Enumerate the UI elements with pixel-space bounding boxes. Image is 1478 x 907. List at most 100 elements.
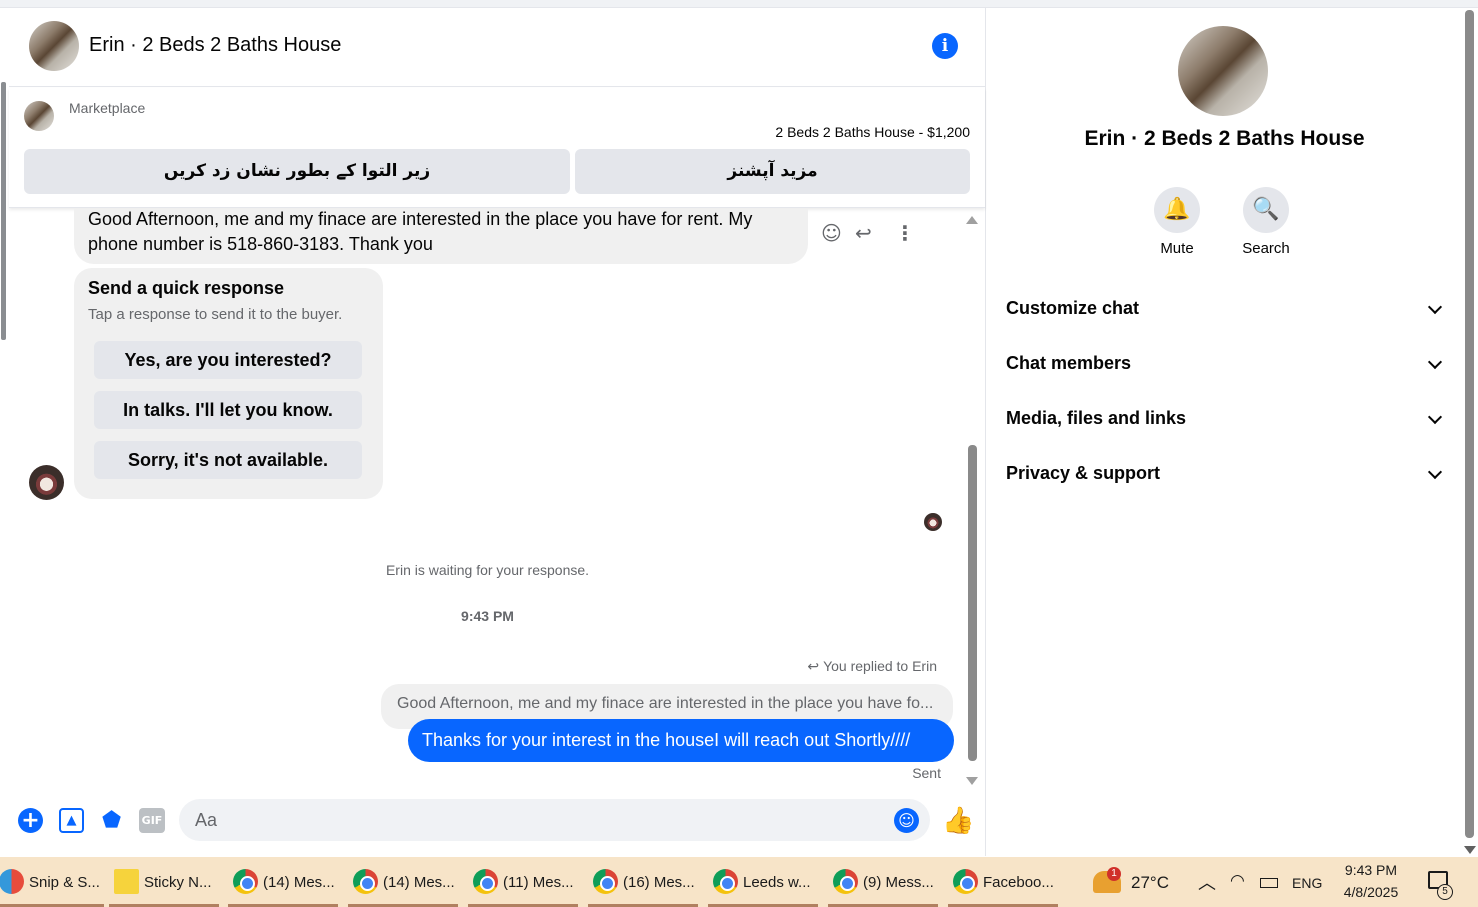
chat-title[interactable]: Erin · 2 Beds 2 Baths House	[89, 34, 341, 57]
snip-icon	[0, 869, 24, 894]
chevron-up-icon[interactable]: ︿	[1198, 869, 1216, 907]
scroll-down-icon[interactable]	[966, 777, 978, 785]
react-icon[interactable]: ☺	[821, 221, 842, 245]
taskbar-item-label: (9) Mess...	[863, 874, 934, 891]
taskbar-item[interactable]: (11) Mes...	[468, 857, 578, 907]
taskbar-item-label: Faceboo...	[983, 874, 1054, 891]
listing-thumbnail[interactable]	[24, 101, 54, 131]
window-top-border	[0, 0, 1478, 8]
weather-badge: 1	[1107, 867, 1121, 881]
window-scrollbar[interactable]	[1462, 8, 1478, 856]
marketplace-label: Marketplace	[69, 100, 146, 116]
taskbar-item-label: Sticky N...	[144, 874, 212, 891]
taskbar-item[interactable]: (14) Mes...	[228, 857, 338, 907]
quick-response-title: Send a quick response	[88, 278, 285, 298]
window-scrollbar-thumb[interactable]	[1465, 10, 1474, 838]
more-options-button[interactable]: مزید آپشنز	[575, 149, 970, 194]
more-icon[interactable]: ⋮	[895, 221, 915, 245]
taskbar-item-label: (11) Mes...	[503, 874, 574, 891]
search-icon[interactable]: 🔍	[1243, 187, 1289, 233]
sender-avatar[interactable]	[29, 465, 64, 500]
clock-date[interactable]: 4/8/2025	[1340, 884, 1402, 907]
left-scrollbar[interactable]	[0, 70, 8, 350]
sticker-icon[interactable]: ⬟	[99, 808, 124, 833]
temperature[interactable]: 27°C	[1131, 873, 1169, 907]
taskbar-item-label: Snip & S...	[29, 874, 100, 891]
composer: + ▲ ⬟ GIF Aa ☺ 👍	[9, 794, 985, 846]
gallery-icon[interactable]: ▲	[59, 808, 84, 833]
taskbar-item[interactable]: Snip & S...	[0, 857, 104, 907]
reply-indicator-text: You replied to Erin	[823, 658, 937, 674]
section-label: Media, files and links	[1006, 408, 1187, 428]
seen-avatar	[924, 513, 942, 531]
taskbar-item[interactable]: (9) Mess...	[828, 857, 938, 907]
timestamp: 9:43 PM	[461, 608, 514, 624]
quick-response-option[interactable]: Yes, are you interested?	[94, 341, 362, 379]
bell-icon[interactable]: 🔔	[1154, 187, 1200, 233]
message-input-placeholder: Aa	[195, 810, 218, 830]
taskbar-item[interactable]: Faceboo...	[948, 857, 1058, 907]
incoming-message[interactable]: Good Afternoon, me and my finace are int…	[74, 209, 808, 264]
chat-scrollbar-thumb[interactable]	[968, 445, 977, 761]
message-list[interactable]: Good Afternoon, me and my finace are int…	[9, 209, 985, 789]
info-title: Erin · 2 Beds 2 Baths House	[1084, 127, 1365, 150]
chevron-down-icon	[1427, 354, 1443, 370]
chevron-down-icon	[1427, 409, 1443, 425]
taskbar-item[interactable]: Sticky N...	[109, 857, 219, 907]
chrome-icon	[473, 869, 498, 894]
taskbar-item[interactable]: (14) Mes...	[348, 857, 458, 907]
like-icon[interactable]: 👍	[942, 806, 974, 836]
taskbar-item-label: (14) Mes...	[263, 874, 335, 891]
info-avatar[interactable]	[1178, 26, 1268, 116]
notification-count: 5	[1437, 884, 1453, 900]
outgoing-message[interactable]: Thanks for your interest in the houseI w…	[408, 719, 954, 762]
section-label: Privacy & support	[1006, 463, 1161, 483]
taskbar-item[interactable]: (16) Mes...	[588, 857, 698, 907]
section-label: Customize chat	[1006, 298, 1140, 318]
chevron-down-icon	[1427, 464, 1443, 480]
marketplace-banner: Marketplace 2 Beds 2 Baths House - $1,20…	[9, 88, 985, 208]
sticky-notes-icon	[114, 869, 139, 894]
section-label: Chat members	[1006, 353, 1132, 373]
scroll-up-icon[interactable]	[966, 216, 978, 224]
chat-avatar[interactable]	[29, 21, 79, 71]
mark-pending-button[interactable]: زیر التوا کے بطور نشان زد کریں	[24, 149, 570, 194]
chevron-down-icon	[1427, 299, 1443, 315]
wifi-icon[interactable]: ◠	[1230, 871, 1245, 907]
chat-header: Erin · 2 Beds 2 Baths House i	[9, 8, 985, 87]
mute-label[interactable]: Mute	[1137, 240, 1217, 257]
section-media-files-links[interactable]: Media, files and links	[1006, 408, 1446, 438]
scroll-down-icon[interactable]	[1464, 846, 1476, 854]
quick-response-card: Send a quick response Tap a response to …	[74, 268, 383, 499]
info-icon[interactable]: i	[932, 33, 958, 59]
section-customize-chat[interactable]: Customize chat	[1006, 298, 1446, 328]
language-indicator[interactable]: ENG	[1292, 875, 1322, 907]
chat-pane: Erin · 2 Beds 2 Baths House i Marketplac…	[9, 8, 986, 856]
search-label[interactable]: Search	[1226, 240, 1306, 257]
quick-response-option[interactable]: Sorry, it's not available.	[94, 441, 362, 479]
taskbar: Snip & S... Sticky N... (14) Mes... (14)…	[0, 857, 1478, 907]
message-input[interactable]: Aa ☺	[179, 799, 930, 841]
chat-scrollbar[interactable]	[964, 213, 981, 785]
taskbar-item-label: Leeds w...	[743, 874, 811, 891]
plus-icon[interactable]: +	[18, 808, 43, 833]
taskbar-item-label: (16) Mes...	[623, 874, 695, 891]
reply-arrow-icon: ↩	[807, 658, 820, 674]
listing-title[interactable]: 2 Beds 2 Baths House - $1,200	[775, 124, 970, 140]
gif-icon[interactable]: GIF	[139, 808, 165, 833]
message-actions: ☺ ↩ ⋮	[819, 221, 915, 245]
chrome-icon	[593, 869, 618, 894]
taskbar-item[interactable]: Leeds w...	[708, 857, 818, 907]
reply-icon[interactable]: ↩	[855, 221, 872, 245]
left-scrollbar-thumb[interactable]	[1, 82, 6, 340]
chrome-icon	[233, 869, 258, 894]
section-privacy-support[interactable]: Privacy & support	[1006, 463, 1446, 493]
section-chat-members[interactable]: Chat members	[1006, 353, 1446, 383]
emoji-icon[interactable]: ☺	[894, 808, 919, 833]
battery-icon[interactable]	[1260, 878, 1278, 888]
conversation-info-panel: Erin · 2 Beds 2 Baths House 🔔 Mute 🔍 Sea…	[987, 8, 1462, 856]
quick-response-option[interactable]: In talks. I'll let you know.	[94, 391, 362, 429]
chrome-icon	[953, 869, 978, 894]
sent-status: Sent	[912, 765, 941, 781]
waiting-notice: Erin is waiting for your response.	[385, 562, 590, 578]
